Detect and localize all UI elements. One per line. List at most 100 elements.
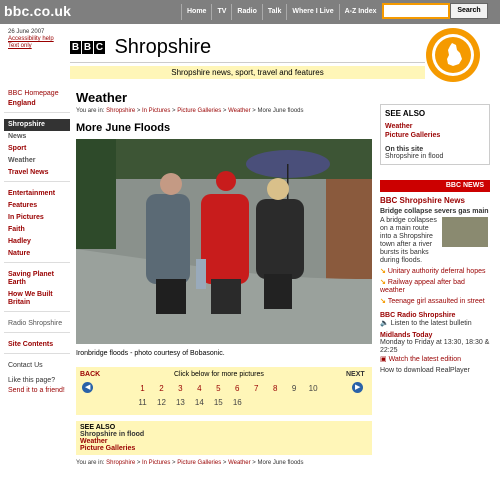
breadcrumb-prefix: You are in: [76, 460, 105, 466]
news-title[interactable]: BBC Shropshire News [380, 196, 490, 205]
banner-divider [70, 62, 425, 63]
breadcrumb-picture-galleries[interactable]: Picture Galleries [177, 108, 221, 114]
news-bullet-2[interactable]: ↘ Railway appeal after bad weather [380, 279, 490, 295]
nav-entertainment[interactable]: Entertainment [4, 188, 70, 200]
page-link-6[interactable]: 6 [231, 384, 244, 393]
download-realplayer-link[interactable]: How to download RealPlayer [380, 367, 490, 374]
nav-saving-planet-earth[interactable]: Saving Planet Earth [4, 269, 70, 289]
page-numbers: 1 2 3 4 5 6 7 8 9 10 11 12 13 14 15 16 [134, 384, 334, 412]
back-arrow-button[interactable]: ◀ [82, 382, 93, 393]
nav-radio-shropshire[interactable]: Radio Shropshire [4, 318, 70, 330]
on-this-site-label: On this site [385, 146, 424, 153]
nav-weather[interactable]: Weather [4, 155, 70, 167]
page-link-2[interactable]: 2 [155, 384, 168, 393]
bullet-arrow-icon: ↘ [380, 279, 388, 286]
breadcrumb-prefix: You are in: [76, 108, 105, 114]
see-also-weather-link[interactable]: Weather [385, 122, 485, 131]
breadcrumb-in-pictures[interactable]: In Pictures [142, 108, 170, 114]
main-content: Weather You are in: Shropshire > In Pict… [76, 90, 372, 466]
bbc-letter-b1: B [70, 41, 81, 54]
breadcrumb: You are in: Shropshire > In Pictures > P… [76, 108, 304, 114]
banner: BBC Shropshire [70, 36, 211, 59]
page-link-13[interactable]: 13 [174, 398, 187, 407]
nav-talk[interactable]: Talk [261, 4, 287, 20]
breadcrumb-in-pictures[interactable]: In Pictures [142, 460, 170, 466]
news-bullet-1[interactable]: ↘ Unitary authority deferral hopes [380, 268, 490, 276]
see-also-galleries-link[interactable]: Picture Galleries [385, 131, 485, 140]
nav-travel-news[interactable]: Travel News [4, 167, 70, 179]
nav-divider [4, 332, 70, 337]
search-input[interactable] [382, 3, 450, 19]
nav-news[interactable]: News [4, 131, 70, 143]
breadcrumb-picture-galleries[interactable]: Picture Galleries [177, 460, 221, 466]
radio-listen-link[interactable]: 🔈 Listen to the latest bulletin [380, 319, 490, 327]
page-link-15[interactable]: 15 [212, 398, 225, 407]
page-link-14[interactable]: 14 [193, 398, 206, 407]
like-page-text: Like this page? [8, 377, 56, 384]
bullet-arrow-icon: ↘ [380, 268, 388, 275]
see-also-heading: SEE ALSO [385, 109, 426, 118]
gallery-hint: Click below for more pictures [174, 371, 264, 378]
nav-in-pictures[interactable]: In Pictures [4, 212, 70, 224]
bbc-letter-b2: B [82, 41, 93, 54]
news-bullet-3[interactable]: ↘ Teenage girl assaulted in street [380, 298, 490, 306]
midlands-watch-link[interactable]: ▣ Watch the latest edition [380, 355, 490, 363]
nav-hadley[interactable]: Hadley [4, 236, 70, 248]
page-link-12[interactable]: 12 [155, 398, 168, 407]
see-also-picture-galleries[interactable]: Picture Galleries [80, 445, 368, 452]
nav-tv[interactable]: TV [211, 4, 231, 20]
nav-faith[interactable]: Faith [4, 224, 70, 236]
tagline: Shropshire news, sport, travel and featu… [70, 66, 425, 79]
breadcrumb-weather[interactable]: Weather [228, 460, 251, 466]
nav-features[interactable]: Features [4, 200, 70, 212]
midlands-title[interactable]: Midlands Today [380, 332, 490, 339]
nav-home[interactable]: Home [181, 4, 211, 20]
left-nav: BBC Homepage England Shropshire News Spo… [4, 88, 70, 397]
news-thumbnail[interactable] [442, 217, 488, 247]
breadcrumb-shropshire[interactable]: Shropshire [106, 108, 135, 114]
breadcrumb-weather[interactable]: Weather [228, 108, 251, 114]
nav-a-z-index[interactable]: A-Z Index [338, 4, 382, 20]
bullet-arrow-icon: ↘ [380, 298, 388, 305]
radio-title[interactable]: BBC Radio Shropshire [380, 312, 490, 319]
page-link-1[interactable]: 1 [136, 384, 149, 393]
bbc-news-header[interactable]: BBC NEWS [380, 180, 490, 192]
text-only-link[interactable]: Text only [8, 43, 54, 50]
page-link-16[interactable]: 16 [231, 398, 244, 407]
page-link-10[interactable]: 10 [307, 384, 320, 393]
nav-divider [4, 353, 70, 358]
page-link-4[interactable]: 4 [193, 384, 206, 393]
page-link-11[interactable]: 11 [136, 398, 149, 407]
bbc-logo[interactable]: bbc.co.uk [4, 3, 71, 19]
nav-sport[interactable]: Sport [4, 143, 70, 155]
nav-nature[interactable]: Nature [4, 248, 70, 260]
accessibility-link[interactable]: Accessibility help [8, 36, 54, 43]
page-link-7[interactable]: 7 [250, 384, 263, 393]
back-label[interactable]: BACK [80, 371, 100, 378]
nav-england[interactable]: England [4, 100, 70, 110]
nav-shropshire[interactable]: Shropshire [4, 119, 70, 131]
see-also-shropshire-in-flood[interactable]: Shropshire in flood [80, 431, 368, 438]
nav-radio[interactable]: Radio [231, 4, 261, 20]
breadcrumb-shropshire[interactable]: Shropshire [106, 460, 135, 466]
page-title: More June Floods [76, 122, 171, 134]
send-to-friend-link[interactable]: Send it to a friend! [4, 387, 70, 397]
nav-divider [4, 181, 70, 186]
search-button[interactable]: Search [450, 3, 488, 19]
see-also-weather[interactable]: Weather [80, 438, 368, 445]
page-link-8[interactable]: 8 [269, 384, 282, 393]
page-link-5[interactable]: 5 [212, 384, 225, 393]
nav-site-contents[interactable]: Site Contents [4, 339, 70, 351]
nav-how-we-built-britain[interactable]: How We Built Britain [4, 289, 70, 309]
page-link-9[interactable]: 9 [288, 384, 301, 393]
nav-contact-us[interactable]: Contact Us [4, 360, 70, 372]
news-lead-headline[interactable]: Bridge collapse severs gas main [380, 208, 490, 215]
next-label[interactable]: NEXT [346, 371, 365, 378]
next-arrow-button[interactable]: ▶ [352, 382, 363, 393]
on-this-site-link[interactable]: Shropshire in flood [385, 153, 485, 160]
page-link-3[interactable]: 3 [174, 384, 187, 393]
flood-photo-image [76, 139, 372, 344]
nav-bbc-homepage[interactable]: BBC Homepage [4, 88, 70, 100]
right-arrow-icon: ▶ [355, 384, 361, 391]
nav-where-i-live[interactable]: Where I Live [286, 4, 338, 20]
